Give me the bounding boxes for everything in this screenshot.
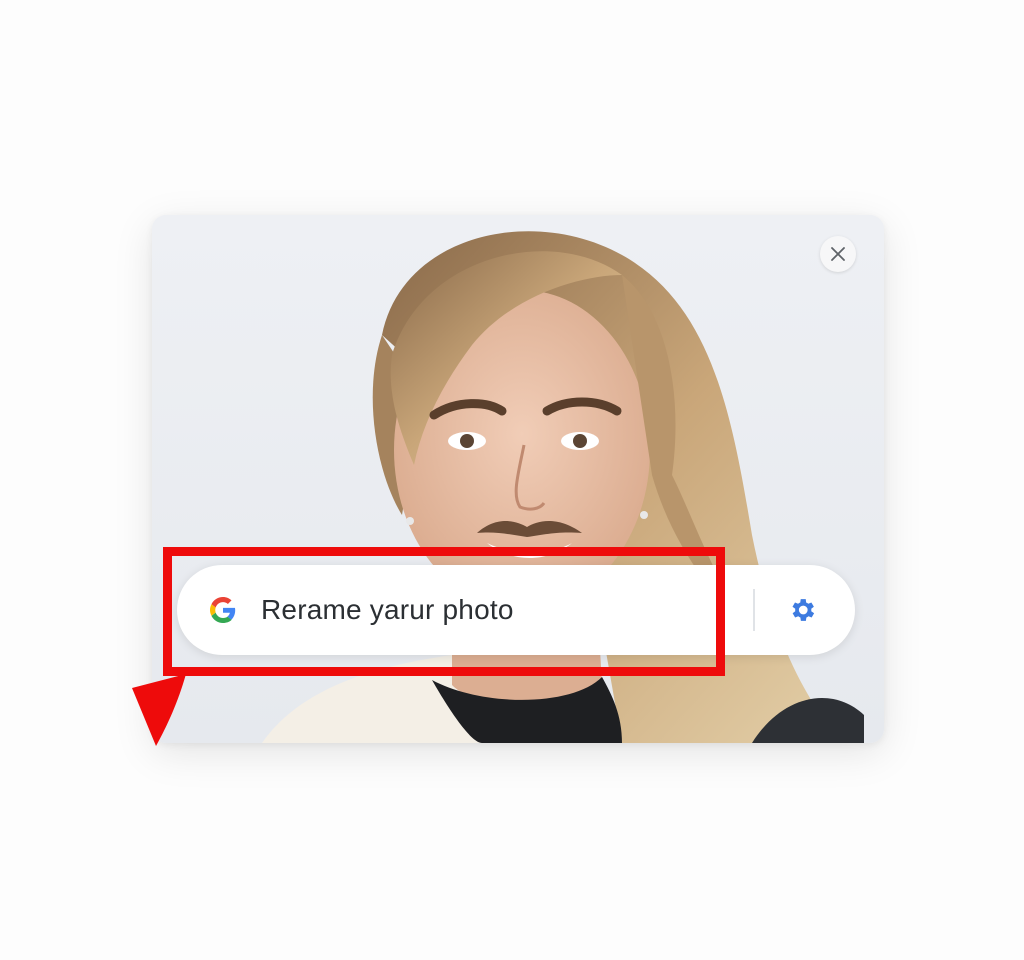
google-g-icon <box>210 597 236 623</box>
screen: Rerame yarur photo <box>0 0 1024 960</box>
search-divider <box>753 589 755 631</box>
close-icon <box>831 247 845 261</box>
portrait-photo <box>152 215 884 743</box>
search-query-text[interactable]: Rerame yarur photo <box>261 591 514 629</box>
search-bar[interactable]: Rerame yarur photo <box>177 565 855 655</box>
gear-icon <box>792 599 815 621</box>
close-button[interactable] <box>820 236 856 272</box>
photo-card <box>152 215 884 743</box>
settings-button[interactable] <box>784 592 820 628</box>
